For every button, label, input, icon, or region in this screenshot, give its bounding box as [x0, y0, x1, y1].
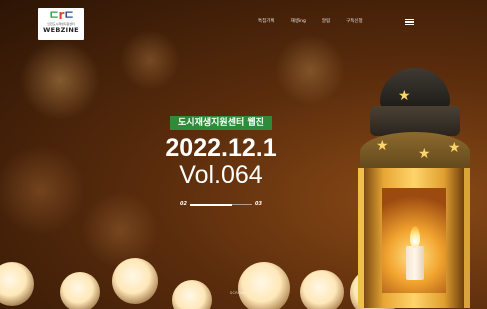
slide-pager[interactable]: 02 03 — [178, 201, 268, 209]
bokeh-light — [300, 270, 344, 309]
logo-mark: ㄷrㄷ — [48, 8, 74, 22]
main-nav: 특집기획 재생ing 알림 구독신청 — [258, 18, 379, 24]
webzine-badge: 도시재생지원센터 웹진 — [170, 116, 272, 130]
nav-item-regeneration[interactable]: 재생ing — [291, 18, 306, 24]
hamburger-icon[interactable] — [405, 19, 414, 25]
logo-wordmark: WEBZINE — [43, 26, 79, 34]
nav-item-subscribe[interactable]: 구독신청 — [346, 18, 363, 24]
pager-progress — [190, 203, 232, 206]
pager-current: 02 — [180, 201, 187, 207]
nav-item-notice[interactable]: 알림 — [322, 18, 330, 24]
scroll-indicator[interactable]: SCROLL — [230, 291, 246, 295]
bokeh-light — [238, 262, 290, 309]
bokeh-light — [112, 258, 158, 304]
nav-item-special[interactable]: 특집기획 — [258, 18, 275, 24]
site-header: ㄷrㄷ 인천도시재생지원센터 WEBZINE 특집기획 재생ing 알림 구독신… — [8, 5, 482, 40]
webzine-hero: ★ ★ ★ ★ ㄷrㄷ 인천도시재생지원센터 WEBZINE 특집기획 재생in… — [0, 0, 487, 309]
issue-date: 2022.12.1 — [165, 134, 277, 162]
bokeh-light — [60, 272, 100, 309]
lantern-illustration: ★ ★ ★ ★ — [352, 58, 474, 308]
pager-total: 03 — [255, 201, 262, 207]
webzine-logo[interactable]: ㄷrㄷ 인천도시재생지원센터 WEBZINE — [38, 8, 84, 40]
issue-volume: Vol.064 — [179, 161, 263, 189]
